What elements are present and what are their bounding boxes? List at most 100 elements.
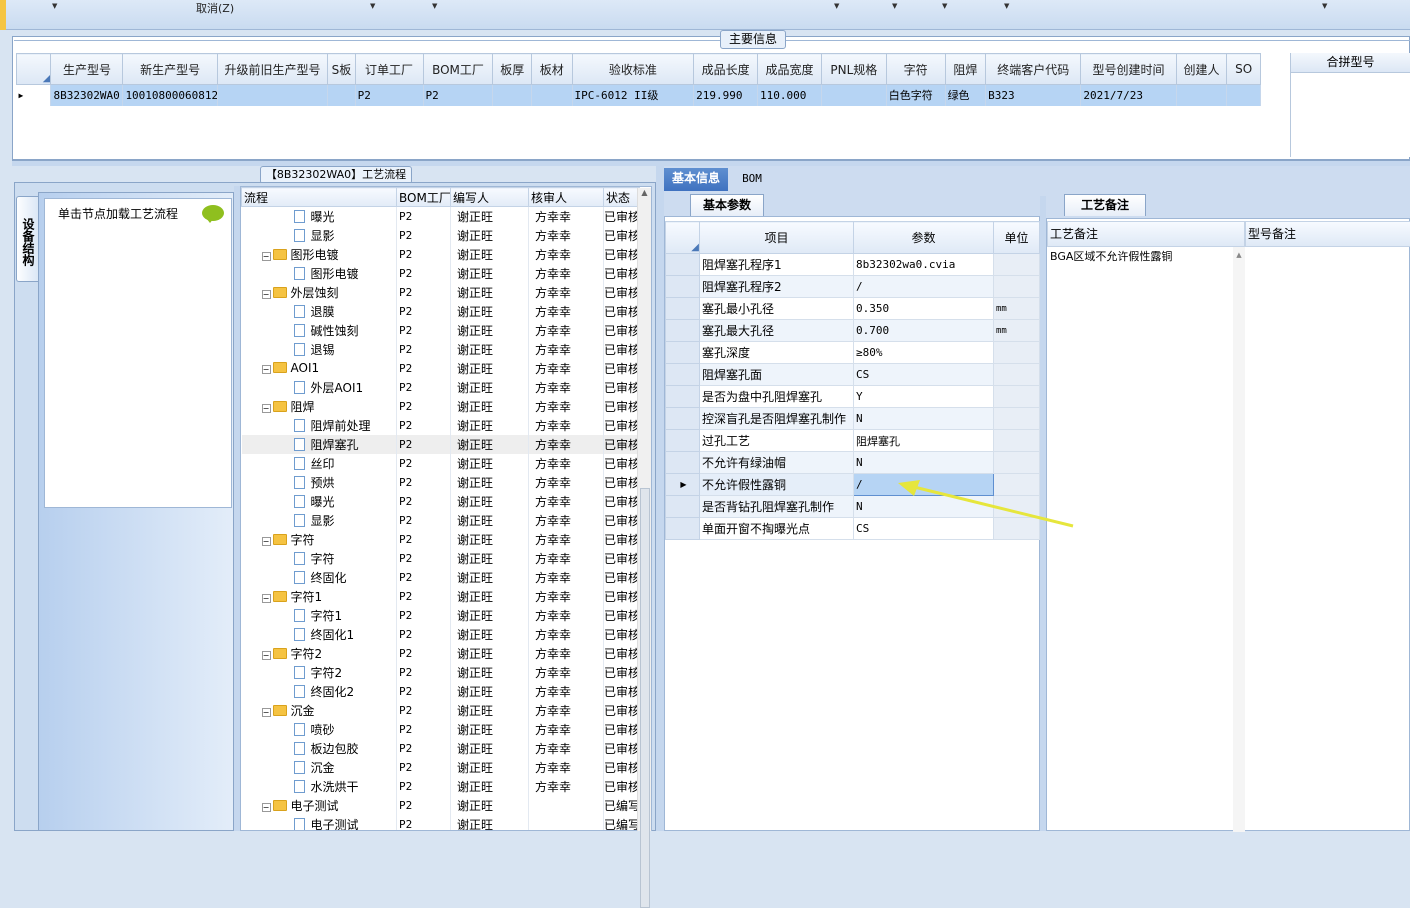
tree-cell-reviewer[interactable]: 方幸幸 — [528, 681, 604, 701]
tree-cell-writer[interactable]: 谢正旺 — [450, 358, 529, 378]
collapse-icon[interactable]: − — [261, 593, 271, 603]
tree-cell-factory[interactable]: P2 — [396, 301, 451, 321]
tree-cell-status[interactable]: 已审核 — [603, 320, 640, 340]
tree-node[interactable]: 丝印 — [241, 453, 397, 473]
tree-cell-status[interactable]: 已审核 — [603, 415, 640, 435]
tree-cell-writer[interactable]: 谢正旺 — [450, 396, 529, 416]
tree-cell-status[interactable]: 已审核 — [603, 586, 640, 606]
tree-cell-status[interactable]: 已审核 — [603, 700, 640, 720]
param-value[interactable]: 8b32302wa0.cvia — [853, 253, 994, 276]
tree-row[interactable]: 显影 P2 谢正旺 方幸幸 已审核 — [241, 225, 640, 245]
tree-cell-factory[interactable]: P2 — [396, 624, 451, 644]
tree-cell-status[interactable]: 已审核 — [603, 548, 640, 568]
tree-cell-writer[interactable]: 谢正旺 — [450, 700, 529, 720]
tree-cell-reviewer[interactable]: 方幸幸 — [528, 206, 604, 226]
tree-cell-writer[interactable]: 谢正旺 — [450, 719, 529, 739]
param-item[interactable]: 塞孔深度 — [699, 341, 854, 364]
tree-row[interactable]: 终固化 P2 谢正旺 方幸幸 已审核 — [241, 567, 640, 587]
tree-row[interactable]: 字符 P2 谢正旺 方幸幸 已审核 — [241, 548, 640, 568]
table-cell[interactable]: 2021/7/23 — [1080, 84, 1177, 106]
tree-cell-reviewer[interactable]: 方幸幸 — [528, 263, 604, 283]
tree-row[interactable]: 退膜 P2 谢正旺 方幸幸 已审核 — [241, 301, 640, 321]
tree-cell-reviewer[interactable]: 方幸幸 — [528, 567, 604, 587]
param-row[interactable]: 塞孔最大孔径 0.700 mm — [665, 319, 1040, 342]
tree-cell-factory[interactable]: P2 — [396, 434, 451, 454]
param-item[interactable]: 阻焊塞孔程序2 — [699, 275, 854, 298]
tree-row[interactable]: 预烘 P2 谢正旺 方幸幸 已审核 — [241, 472, 640, 492]
cancel-button[interactable]: 取消(Z) — [196, 0, 234, 16]
tree-row[interactable]: − AOI1 P2 谢正旺 方幸幸 已审核 — [241, 358, 640, 378]
tree-cell-status[interactable]: 已审核 — [603, 719, 640, 739]
param-item[interactable]: 控深盲孔是否阻焊塞孔制作 — [699, 407, 854, 430]
collapse-icon[interactable]: − — [261, 403, 271, 413]
tree-cell-factory[interactable]: P2 — [396, 282, 451, 302]
param-item[interactable]: 单面开窗不掏曝光点 — [699, 517, 854, 540]
tree-node[interactable]: 曝光 — [241, 491, 397, 511]
tree-row[interactable]: 水洗烘干 P2 谢正旺 方幸幸 已审核 — [241, 776, 640, 796]
tree-row[interactable]: 板边包胶 P2 谢正旺 方幸幸 已审核 — [241, 738, 640, 758]
column-header[interactable]: 创建人 — [1175, 53, 1228, 85]
column-header[interactable]: SO — [1226, 53, 1261, 85]
tree-cell-status[interactable]: 已审核 — [603, 301, 640, 321]
tree-row[interactable]: − 图形电镀 P2 谢正旺 方幸幸 已审核 — [241, 244, 640, 264]
tree-node[interactable]: − AOI1 — [241, 358, 397, 378]
tree-row[interactable]: − 字符2 P2 谢正旺 方幸幸 已审核 — [241, 643, 640, 663]
tree-cell-writer[interactable]: 谢正旺 — [450, 434, 529, 454]
vertical-splitter[interactable] — [656, 166, 664, 831]
param-item[interactable]: 阻焊塞孔程序1 — [699, 253, 854, 276]
tree-cell-factory[interactable]: P2 — [396, 548, 451, 568]
column-header[interactable]: 终端客户代码 — [985, 53, 1082, 85]
tree-cell-writer[interactable]: 谢正旺 — [450, 681, 529, 701]
param-item[interactable]: 不允许假性露铜 — [699, 473, 854, 496]
tree-cell-writer[interactable]: 谢正旺 — [450, 605, 529, 625]
tree-node[interactable]: − 字符2 — [241, 643, 397, 663]
tree-cell-reviewer[interactable]: 方幸幸 — [528, 301, 604, 321]
param-item[interactable]: 是否为盘中孔阻焊塞孔 — [699, 385, 854, 408]
column-header[interactable]: 成品长度 — [693, 53, 759, 85]
tree-cell-factory[interactable]: P2 — [396, 681, 451, 701]
param-value[interactable]: 阻焊塞孔 — [853, 429, 994, 452]
tree-cell-factory[interactable]: P2 — [396, 339, 451, 359]
tree-node[interactable]: 水洗烘干 — [241, 776, 397, 796]
param-item[interactable]: 过孔工艺 — [699, 429, 854, 452]
tree-cell-writer[interactable]: 谢正旺 — [450, 415, 529, 435]
tree-cell-writer[interactable]: 谢正旺 — [450, 453, 529, 473]
column-header[interactable]: 成品宽度 — [757, 53, 822, 85]
tree-row[interactable]: 字符1 P2 谢正旺 方幸幸 已审核 — [241, 605, 640, 625]
tree-cell-reviewer[interactable]: 方幸幸 — [528, 757, 604, 777]
tree-node[interactable]: 图形电镀 — [241, 263, 397, 283]
tree-cell-factory[interactable]: P2 — [396, 605, 451, 625]
column-header[interactable]: 订单工厂 — [354, 53, 424, 85]
tree-cell-factory[interactable]: P2 — [396, 814, 451, 830]
tree-cell-status[interactable]: 已审核 — [603, 282, 640, 302]
tree-node[interactable]: 曝光 — [241, 206, 397, 226]
dropdown-arrow-icon[interactable]: ▼ — [370, 2, 375, 10]
tree-node[interactable]: 字符2 — [241, 662, 397, 682]
node-hint-box[interactable]: 单击节点加载工艺流程 — [44, 198, 232, 508]
column-header[interactable]: 核审人 — [528, 187, 604, 207]
tree-node[interactable]: − 电子测试 — [241, 795, 397, 815]
tree-cell-writer[interactable]: 谢正旺 — [450, 795, 529, 815]
tree-row[interactable]: 阻焊前处理 P2 谢正旺 方幸幸 已审核 — [241, 415, 640, 435]
column-header[interactable]: 板厚 — [492, 53, 532, 85]
tree-cell-status[interactable]: 已编写 — [603, 814, 640, 830]
tree-node[interactable]: 阻焊前处理 — [241, 415, 397, 435]
collapse-icon[interactable]: − — [261, 251, 271, 261]
param-unit[interactable] — [993, 429, 1040, 452]
tree-cell-status[interactable]: 已审核 — [603, 776, 640, 796]
tree-cell-factory[interactable]: P2 — [396, 206, 451, 226]
tree-cell-status[interactable]: 已审核 — [603, 529, 640, 549]
tree-cell-reviewer[interactable]: 方幸幸 — [528, 453, 604, 473]
column-header[interactable]: 流程 — [241, 187, 397, 207]
tree-cell-writer[interactable]: 谢正旺 — [450, 301, 529, 321]
table-cell[interactable]: 8B32302WA0 — [50, 84, 124, 106]
param-unit[interactable] — [993, 363, 1040, 386]
tree-node[interactable]: − 字符1 — [241, 586, 397, 606]
param-row[interactable]: 塞孔深度 ≥80% — [665, 341, 1040, 364]
param-unit[interactable]: mm — [993, 319, 1040, 342]
tree-row[interactable]: 阻焊塞孔 P2 谢正旺 方幸幸 已审核 — [241, 434, 640, 454]
tree-cell-factory[interactable]: P2 — [396, 510, 451, 530]
tree-cell-factory[interactable]: P2 — [396, 396, 451, 416]
param-row[interactable]: 是否为盘中孔阻焊塞孔 Y — [665, 385, 1040, 408]
tree-row[interactable]: − 字符1 P2 谢正旺 方幸幸 已审核 — [241, 586, 640, 606]
